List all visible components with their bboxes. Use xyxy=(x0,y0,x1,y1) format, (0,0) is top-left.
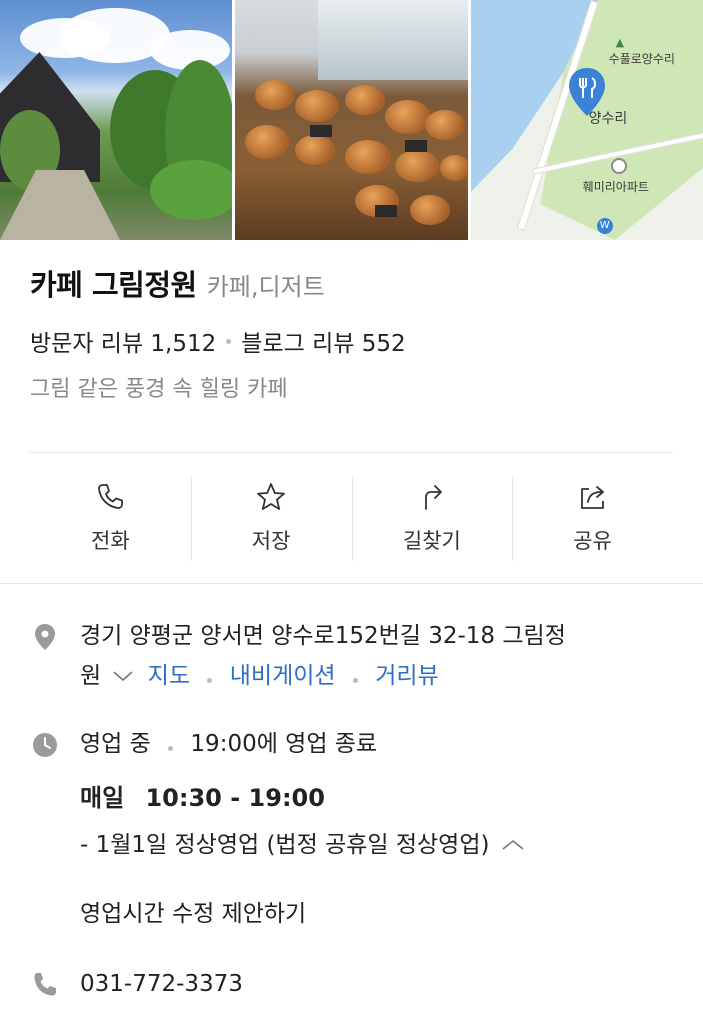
street-view-link[interactable]: 거리뷰 xyxy=(375,663,438,689)
place-tagline: 그림 같은 풍경 속 힐링 카페 xyxy=(30,377,288,402)
blog-review-link[interactable]: 블로그 리뷰 552 xyxy=(241,324,405,358)
save-button[interactable]: 저장 xyxy=(190,470,352,565)
map-link[interactable]: 지도 xyxy=(148,663,190,689)
hours-closing: 19:00에 영업 종료 xyxy=(190,731,378,757)
call-button[interactable]: 전화 xyxy=(30,470,191,565)
hours-day: 매일 xyxy=(80,784,125,812)
phone-icon xyxy=(34,973,56,996)
suggest-hours-link[interactable]: 영업시간 수정 제안하기 xyxy=(80,894,680,934)
action-bar: 전화 저장 길찾기 공유 xyxy=(30,470,673,565)
address-line-1: 경기 양평군 양서면 양수로152번길 32-18 그림정 xyxy=(80,623,566,649)
separator-dot xyxy=(207,678,213,683)
suggest-hours-row: 영업시간 수정 제안하기 xyxy=(30,894,680,938)
star-icon xyxy=(257,482,286,510)
map-label-station: 양수리 xyxy=(588,111,628,127)
chevron-up-icon[interactable] xyxy=(501,825,525,865)
place-info: 카페 그림정원 카페,디저트 방문자 리뷰 1,512 블로그 리뷰 552 그… xyxy=(30,262,675,403)
chevron-down-icon[interactable] xyxy=(112,656,134,696)
map-badge-w: W xyxy=(596,218,613,234)
map-label-park: 수풀로양수리 xyxy=(608,52,675,66)
photo-gallery: ▲ 수풀로양수리 양수리 훼미리아파트 W xyxy=(0,0,703,240)
phone-icon xyxy=(98,483,124,509)
separator-dot xyxy=(226,338,232,344)
share-icon xyxy=(580,485,604,509)
place-title: 카페 그림정원 xyxy=(30,268,197,302)
map-thumbnail[interactable]: ▲ 수풀로양수리 양수리 훼미리아파트 W xyxy=(470,0,703,240)
place-category: 카페,디저트 xyxy=(206,273,325,301)
photo-garden[interactable] xyxy=(0,0,233,240)
address-row: 경기 양평군 양서면 양수로152번길 32-18 그림정 원 지도 내비게이션… xyxy=(30,616,680,696)
hours-status: 영업 중 xyxy=(80,731,151,757)
clock-icon xyxy=(33,733,57,757)
hours-note: - 1월1일 정상영업 (법정 공휴일 정상영업) xyxy=(80,832,490,858)
directions-icon xyxy=(424,484,442,510)
share-label: 공유 xyxy=(573,528,612,553)
hours-time-range: 10:30 - 19:00 xyxy=(145,784,325,812)
phone-row: 031-772-3373 xyxy=(30,964,680,1008)
review-summary: 방문자 리뷰 1,512 블로그 리뷰 552 xyxy=(30,324,675,358)
park-icon: ▲ xyxy=(615,36,625,49)
share-button[interactable]: 공유 xyxy=(512,470,673,565)
apartment-marker-icon xyxy=(610,158,627,174)
section-divider xyxy=(0,583,703,584)
directions-button[interactable]: 길찾기 xyxy=(351,470,513,565)
divider xyxy=(30,452,673,453)
address-line-2: 원 xyxy=(80,663,102,689)
save-label: 저장 xyxy=(251,528,291,553)
location-icon xyxy=(35,624,55,650)
separator-dot xyxy=(168,746,174,751)
separator-dot xyxy=(352,678,358,683)
visitor-review-link[interactable]: 방문자 리뷰 1,512 xyxy=(30,324,216,358)
photo-bakery[interactable] xyxy=(235,0,468,240)
call-label: 전화 xyxy=(91,528,130,553)
directions-label: 길찾기 xyxy=(402,528,461,553)
map-label-apartment: 훼미리아파트 xyxy=(582,180,649,194)
phone-number[interactable]: 031-772-3373 xyxy=(80,964,680,1004)
navigation-link[interactable]: 내비게이션 xyxy=(230,663,336,689)
